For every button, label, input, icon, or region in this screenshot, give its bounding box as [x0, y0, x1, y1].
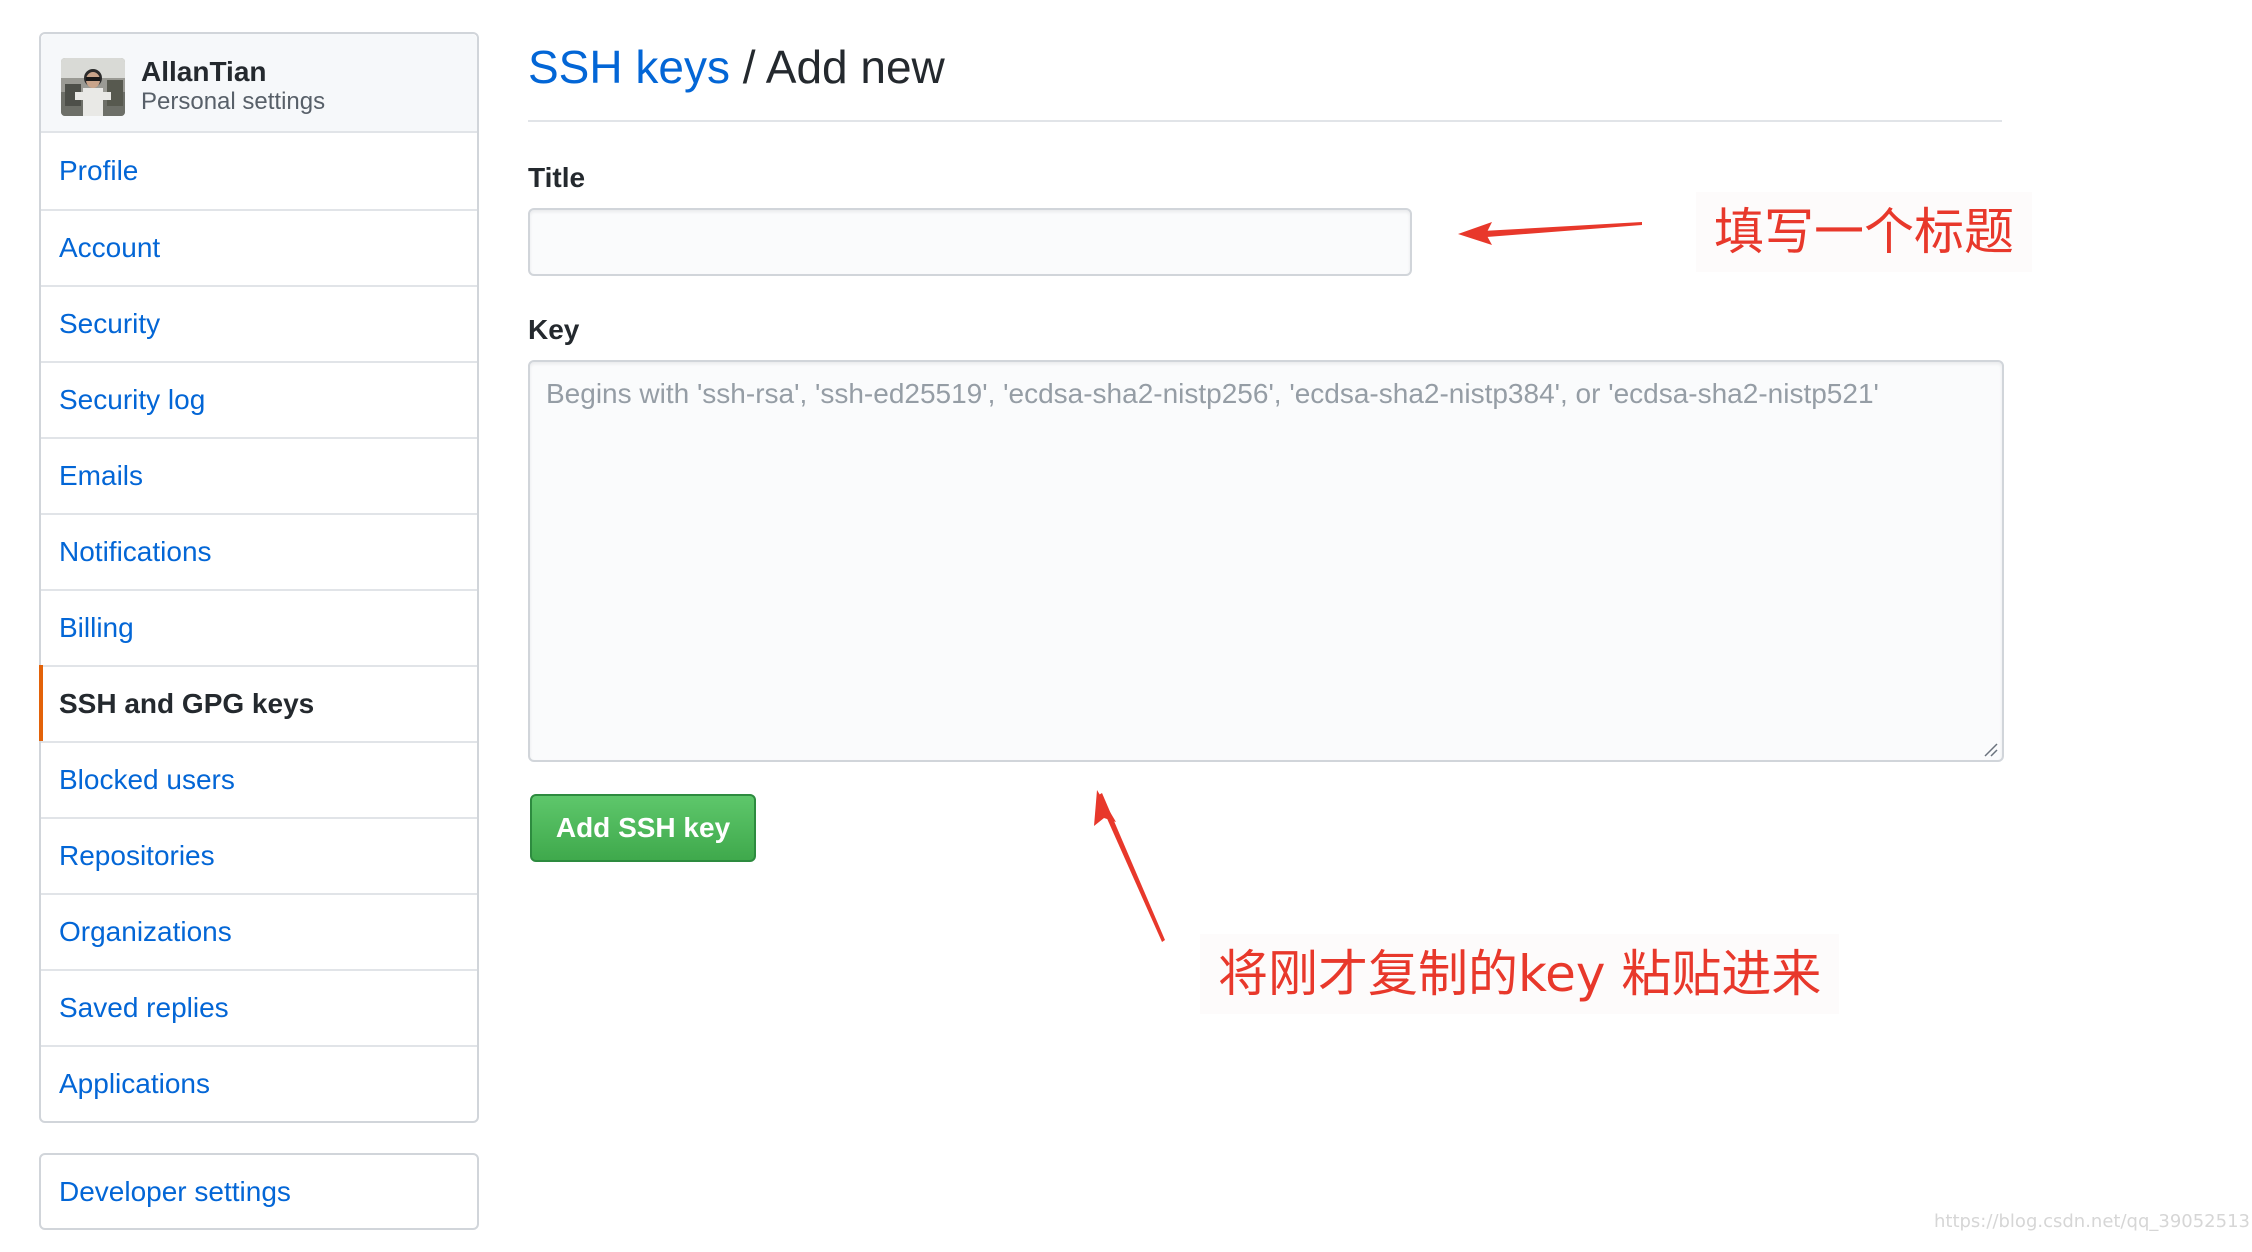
settings-sidebar: AllanTian Personal settings Profile Acco…	[39, 32, 479, 1123]
sidebar-item-developer-settings[interactable]: Developer settings	[39, 1153, 479, 1230]
sidebar-item-applications[interactable]: Applications	[41, 1045, 477, 1121]
title-annotation: 填写一个标题	[1696, 192, 2032, 272]
page-title: SSH keys / Add new	[528, 40, 945, 94]
breadcrumb-current: Add new	[765, 41, 945, 93]
key-label: Key	[528, 314, 580, 345]
title-arrow-icon	[1458, 222, 1642, 245]
user-name[interactable]: AllanTian	[141, 56, 267, 88]
sidebar-item-security-log[interactable]: Security log	[41, 361, 477, 437]
sidebar-item-saved-replies[interactable]: Saved replies	[41, 969, 477, 1045]
sidebar-item-repositories[interactable]: Repositories	[41, 817, 477, 893]
sidebar-item-profile[interactable]: Profile	[41, 133, 477, 209]
avatar[interactable]	[61, 58, 125, 116]
add-ssh-key-button[interactable]: Add SSH key	[530, 794, 756, 862]
sidebar-item-ssh-gpg-keys[interactable]: SSH and GPG keys	[39, 665, 477, 741]
breadcrumb-separator: /	[729, 41, 766, 93]
key-annotation: 将刚才复制的key 粘贴进来	[1200, 934, 1840, 1014]
key-textarea[interactable]	[528, 360, 2004, 762]
resize-handle-icon[interactable]	[1983, 742, 1999, 758]
sidebar-item-security[interactable]: Security	[41, 285, 477, 361]
title-label: Title	[528, 162, 586, 193]
sidebar-item-emails[interactable]: Emails	[41, 437, 477, 513]
personal-settings-label: Personal settings	[141, 88, 326, 115]
watermark: https://blog.csdn.net/qq_39052513	[1933, 1211, 2250, 1232]
sidebar-item-account[interactable]: Account	[41, 209, 477, 285]
sidebar-header: AllanTian Personal settings	[41, 34, 477, 133]
avatar-image	[61, 58, 125, 116]
sidebar-item-notifications[interactable]: Notifications	[41, 513, 477, 589]
breadcrumb-ssh-keys-link[interactable]: SSH keys	[528, 41, 730, 93]
sidebar-item-blocked-users[interactable]: Blocked users	[41, 741, 477, 817]
sidebar-item-billing[interactable]: Billing	[41, 589, 477, 665]
title-divider	[528, 120, 2002, 122]
title-input[interactable]	[528, 208, 1412, 276]
sidebar-item-organizations[interactable]: Organizations	[41, 893, 477, 969]
key-arrow-icon	[1094, 790, 1165, 942]
